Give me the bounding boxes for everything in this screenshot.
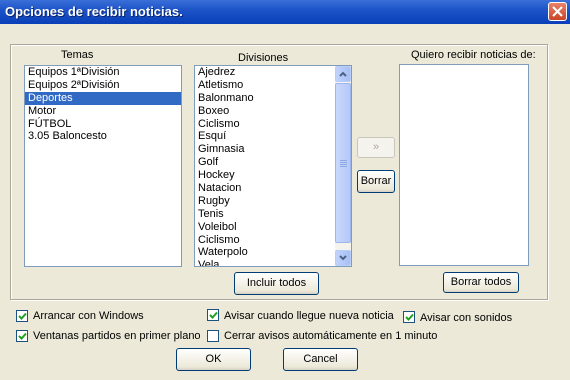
avisar-sonidos-checkbox[interactable] — [403, 311, 415, 323]
chevron-down-icon — [339, 255, 347, 261]
list-item[interactable]: 3.05 Baloncesto — [25, 130, 181, 143]
arrancar-checkbox[interactable] — [16, 310, 28, 322]
list-item[interactable]: FÚTBOL — [25, 118, 181, 131]
check-icon — [405, 313, 414, 321]
check-icon — [209, 311, 218, 319]
avisar-noticia-label: Avisar cuando llegue nueva noticia — [224, 310, 394, 322]
list-item[interactable]: Natacion — [195, 182, 351, 195]
add-selected-button[interactable]: » — [357, 137, 395, 158]
temas-label: Temas — [61, 49, 94, 61]
list-item[interactable]: Equipos 1ªDivisión — [25, 66, 181, 79]
cerrar-avisos-label: Cerrar avisos automáticamente en 1 minut… — [224, 330, 438, 342]
recibir-label: Quiero recibir noticias de: — [411, 49, 536, 61]
ventanas-label: Ventanas partidos en primer plano — [33, 330, 201, 342]
close-icon — [552, 6, 563, 17]
cerrar-avisos-checkbox[interactable] — [207, 330, 219, 342]
list-item[interactable]: Tenis — [195, 208, 351, 221]
list-item[interactable]: Deportes — [25, 91, 181, 105]
check-icon — [18, 332, 27, 340]
list-item[interactable]: Ciclismo — [195, 118, 351, 131]
list-item[interactable]: Golf — [195, 156, 351, 169]
list-item[interactable]: Ajedrez — [195, 66, 351, 79]
list-item[interactable]: Atletismo — [195, 79, 351, 92]
list-item[interactable]: Waterpolo — [195, 246, 351, 259]
list-item[interactable]: Balonmano — [195, 92, 351, 105]
borrar-todos-button[interactable]: Borrar todos — [443, 272, 519, 293]
list-item[interactable]: Rugby — [195, 195, 351, 208]
divisiones-listbox[interactable]: Ajedrez Atletismo Balonmano Boxeo Ciclismo Es… — [194, 65, 352, 267]
title-bar: Opciones de recibir noticias. — [0, 0, 570, 24]
list-item[interactable]: Vela — [195, 259, 351, 266]
list-item[interactable]: Equipos 2ªDivisión — [25, 79, 181, 92]
list-item[interactable]: Esquí — [195, 130, 351, 143]
window-title: Opciones de recibir noticias. — [5, 4, 183, 19]
ventanas-checkbox[interactable] — [16, 330, 28, 342]
check-icon — [18, 312, 27, 320]
borrar-button[interactable]: Borrar — [357, 170, 395, 193]
divisiones-scrollbar[interactable] — [335, 66, 351, 266]
list-item[interactable]: Voleibol — [195, 221, 351, 234]
list-item[interactable]: Gimnasia — [195, 143, 351, 156]
cancel-button[interactable]: Cancel — [283, 348, 358, 371]
avisar-sonidos-label: Avisar con sonidos — [420, 312, 513, 324]
ok-button[interactable]: OK — [176, 348, 251, 371]
recibir-listbox[interactable] — [399, 64, 529, 266]
scroll-thumb[interactable] — [335, 83, 351, 243]
avisar-noticia-checkbox[interactable] — [207, 309, 219, 321]
list-item[interactable]: Boxeo — [195, 105, 351, 118]
scroll-down-button[interactable] — [335, 250, 351, 266]
list-item[interactable]: Ciclismo — [195, 234, 351, 247]
incluir-todos-button[interactable]: Incluir todos — [234, 272, 319, 295]
divisiones-label: Divisiones — [238, 52, 289, 64]
list-item[interactable]: Hockey — [195, 169, 351, 182]
temas-listbox[interactable]: Equipos 1ªDivisión Equipos 2ªDivisión Depo… — [24, 65, 182, 267]
arrancar-label: Arrancar con Windows — [33, 310, 144, 322]
close-button[interactable] — [548, 2, 567, 21]
list-item[interactable]: Motor — [25, 105, 181, 118]
chevron-up-icon — [339, 71, 347, 77]
scroll-up-button[interactable] — [335, 66, 351, 82]
